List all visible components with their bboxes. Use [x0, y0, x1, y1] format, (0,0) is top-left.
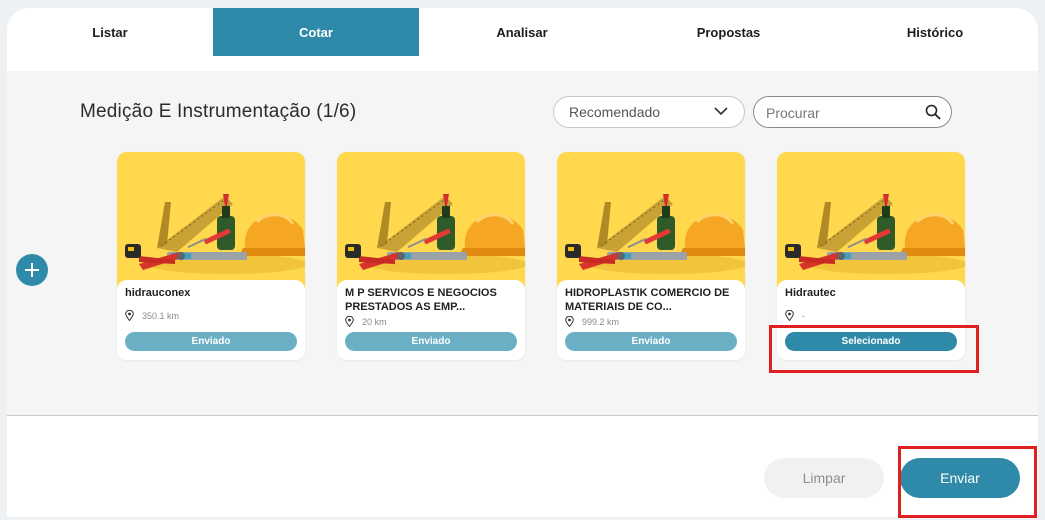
supplier-distance: 20 km: [345, 316, 387, 327]
distance-value: 999.2 km: [582, 316, 620, 327]
supplier-distance: -: [785, 310, 805, 321]
supplier-card[interactable]: hidrauconex 350.1 km Enviado: [117, 152, 305, 360]
distance-value: 20 km: [362, 316, 387, 327]
distance-value: 350.1 km: [142, 310, 180, 321]
sort-selected-value: Recomendado: [569, 104, 661, 120]
tab-propostas[interactable]: Propostas: [625, 8, 832, 56]
tab-historico[interactable]: Histórico: [832, 8, 1038, 56]
status-badge[interactable]: Enviado: [345, 332, 517, 351]
search-input[interactable]: [766, 103, 916, 123]
sort-dropdown[interactable]: Recomendado: [553, 96, 745, 128]
location-pin-icon: [785, 310, 794, 321]
search-icon[interactable]: [925, 104, 941, 120]
highlight-send: [898, 446, 1037, 518]
tools-image: [337, 152, 525, 292]
supplier-card[interactable]: M P SERVICOS E NEGOCIOS PRESTADOS AS EMP…: [337, 152, 525, 360]
supplier-distance: 350.1 km: [125, 310, 179, 321]
tools-image: [557, 152, 745, 292]
supplier-name: M P SERVICOS E NEGOCIOS PRESTADOS AS EMP…: [345, 287, 497, 313]
supplier-card[interactable]: HIDROPLASTIK COMERCIO DE MATERIAIS DE CO…: [557, 152, 745, 360]
tools-image: [117, 152, 305, 292]
location-pin-icon: [565, 316, 574, 327]
section-title: Medição E Instrumentação (1/6): [80, 101, 357, 122]
distance-value: -: [802, 310, 805, 321]
tools-image: [777, 152, 965, 292]
tab-analisar[interactable]: Analisar: [419, 8, 625, 56]
tab-listar[interactable]: Listar: [7, 8, 213, 56]
highlight-selected: [769, 325, 979, 373]
supplier-name: HIDROPLASTIK COMERCIO DE MATERIAIS DE CO…: [565, 287, 730, 313]
status-badge[interactable]: Enviado: [125, 332, 297, 351]
status-badge[interactable]: Enviado: [565, 332, 737, 351]
location-pin-icon: [345, 316, 354, 327]
tab-bar: Listar Cotar Analisar Propostas Históric…: [7, 8, 1038, 56]
clear-button[interactable]: Limpar: [764, 458, 884, 498]
chevron-down-icon: [714, 107, 728, 116]
supplier-name: Hidrautec: [785, 287, 836, 299]
plus-icon: [25, 263, 39, 277]
add-supplier-button[interactable]: [16, 254, 48, 286]
location-pin-icon: [125, 310, 134, 321]
supplier-name: hidrauconex: [125, 287, 191, 299]
supplier-distance: 999.2 km: [565, 316, 619, 327]
search-box: [753, 96, 952, 128]
tab-cotar[interactable]: Cotar: [213, 8, 419, 56]
